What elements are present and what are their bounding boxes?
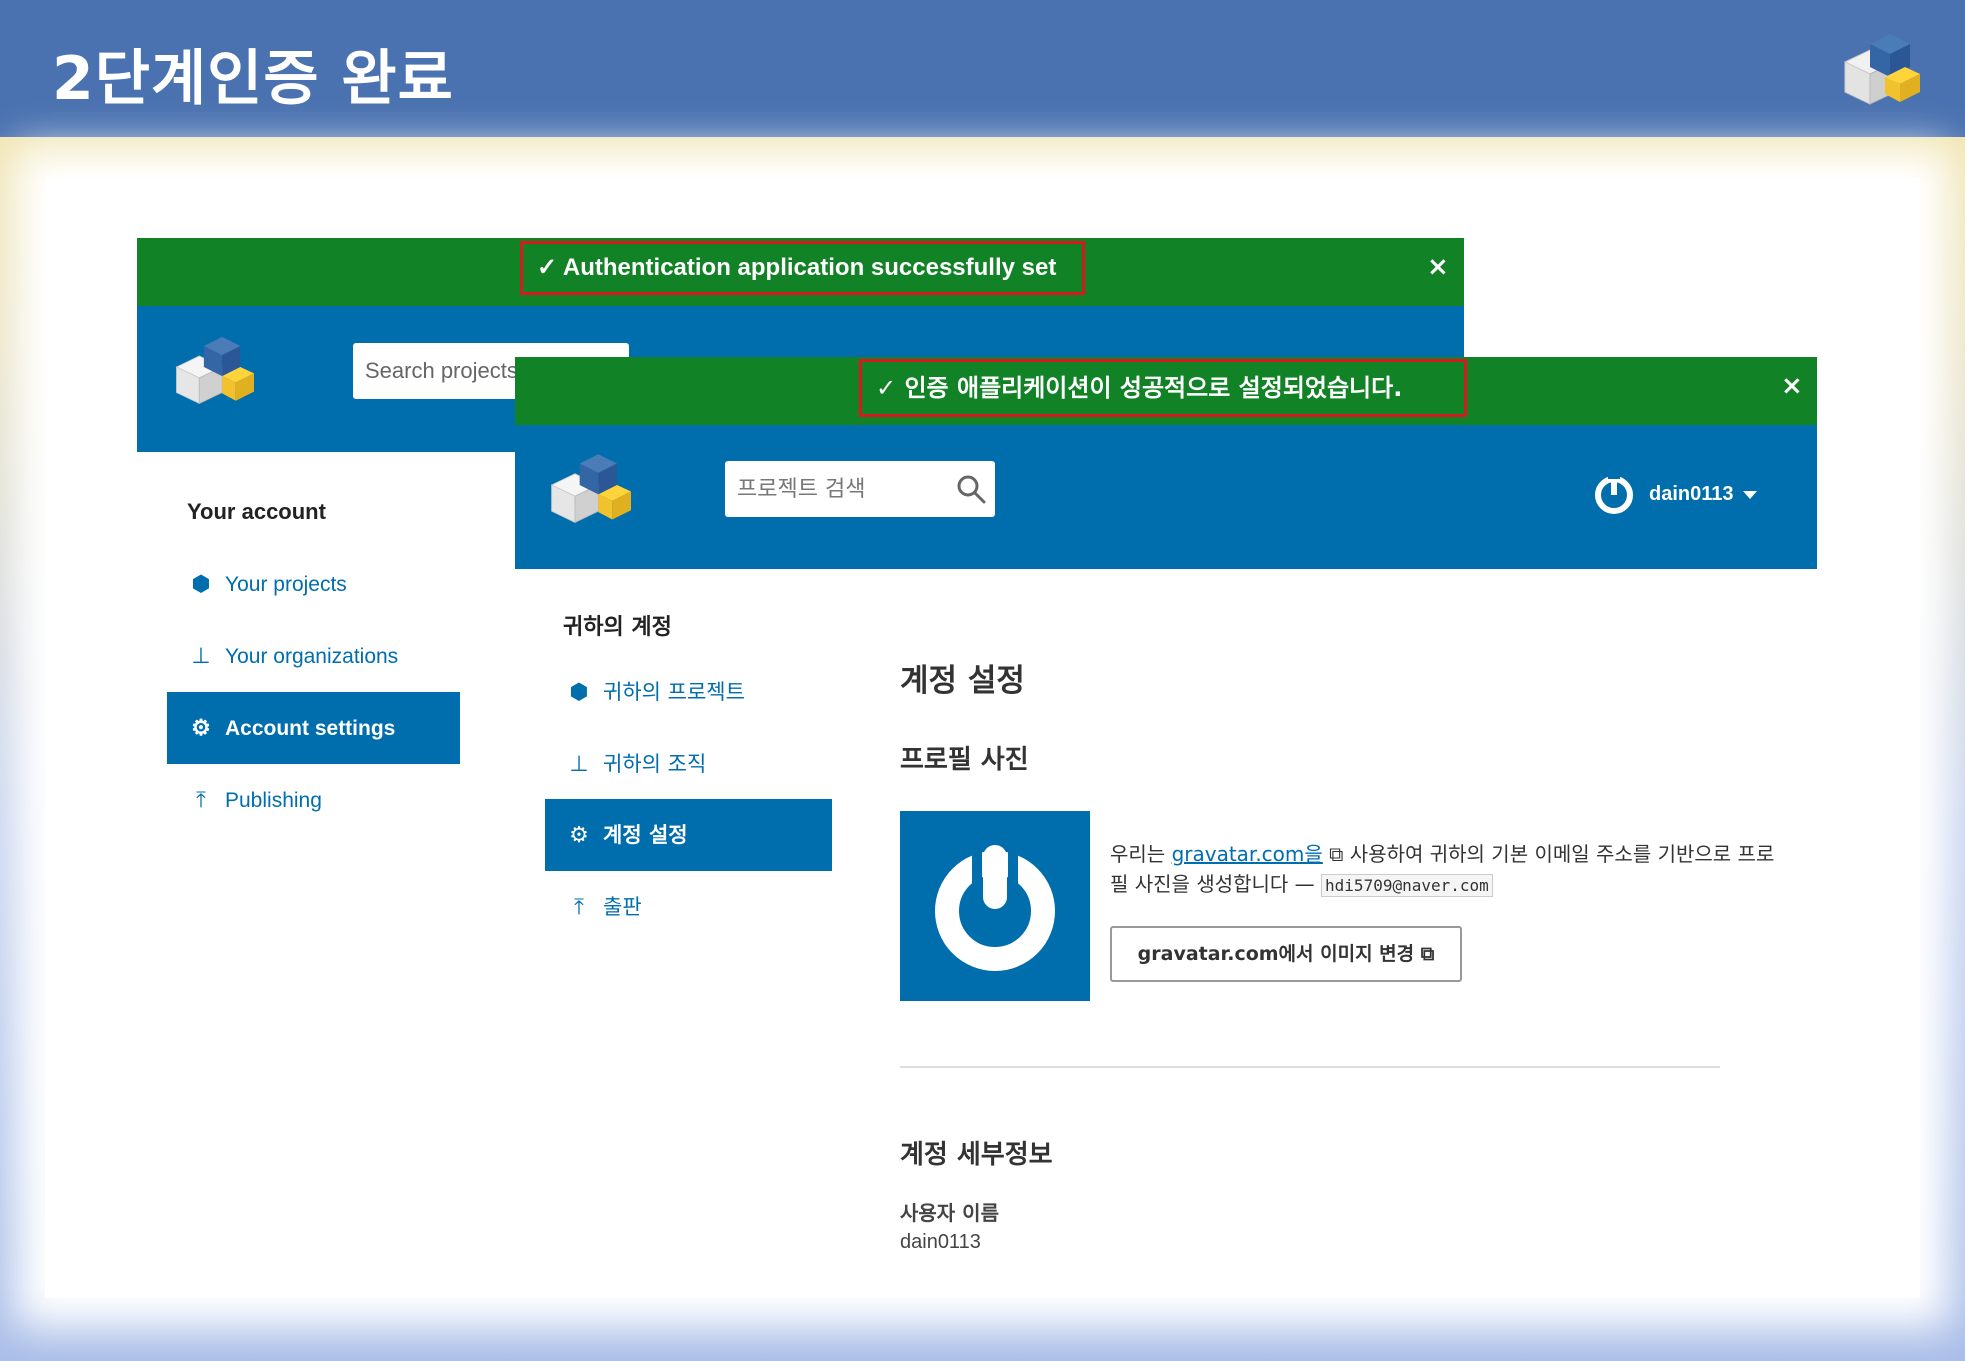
- cubes-icon: ⬢: [569, 680, 589, 705]
- section-divider: [900, 1066, 1720, 1068]
- profile-description: 우리는 gravatar.com을 ⧉ 사용하여 귀하의 기본 이메일 주소를 …: [1110, 842, 1775, 897]
- profile-heading: 프로필 사진: [900, 745, 1029, 775]
- flash-banner-ko: ✓ 인증 애플리케이션이 성공적으로 설정되었습니다. ×: [515, 357, 1817, 425]
- search-box: [725, 461, 995, 517]
- username-field-label: 사용자 이름: [900, 1201, 999, 1225]
- flash-message-en: ✓ Authentication application successfull…: [520, 241, 1085, 329]
- sidebar-title: Your account: [187, 499, 326, 524]
- username-value: dain0113: [900, 1231, 981, 1253]
- sidebar-title: 귀하의 계정: [563, 615, 672, 640]
- profile-avatar: [900, 811, 1090, 1001]
- sidebar-item-projects[interactable]: ⬢ Your projects: [167, 548, 457, 620]
- external-link-icon: ⧉: [1414, 943, 1435, 965]
- upload-icon: ⤒: [196, 787, 206, 812]
- sidebar-item-publishing[interactable]: ⤒ Publishing: [167, 764, 457, 836]
- upload-icon: ⤒: [574, 895, 584, 920]
- check-icon: ✓: [876, 374, 905, 402]
- sidebar-ko: 귀하의 계정 ⬢ 귀하의 프로젝트 ⊥ 귀하의 조직 ⚙ 계정 설정 ⤒ 출판: [515, 569, 832, 1269]
- sidebar-item-projects[interactable]: ⬢ 귀하의 프로젝트: [545, 656, 831, 728]
- gravatar-link[interactable]: gravatar.com을: [1172, 842, 1323, 866]
- search-icon[interactable]: [955, 473, 987, 505]
- caret-down-icon: [1743, 491, 1757, 499]
- email-code: hdi5709@naver.com: [1321, 874, 1493, 897]
- close-icon[interactable]: ×: [1427, 252, 1449, 282]
- avatar-icon: [1595, 473, 1633, 514]
- slide-header: 2단계인증 완료: [0, 0, 1965, 137]
- sidebar-item-publishing[interactable]: ⤒ 출판: [545, 871, 831, 943]
- sidebar-item-account-settings[interactable]: ⚙ Account settings: [167, 692, 460, 764]
- pypi-logo-icon[interactable]: [541, 443, 637, 527]
- account-details-heading: 계정 세부정보: [900, 1140, 1053, 1170]
- pypi-logo-icon: [1843, 34, 1920, 105]
- sitemap-icon: ⊥: [191, 643, 211, 668]
- gear-icon: ⚙: [569, 823, 589, 848]
- site-header-ko: dain0113: [515, 425, 1817, 569]
- username-label: dain0113: [1649, 483, 1734, 505]
- change-gravatar-button[interactable]: gravatar.com에서 이미지 변경 ⧉: [1110, 926, 1462, 982]
- page-title: 계정 설정: [900, 663, 1025, 699]
- close-icon[interactable]: ×: [1781, 371, 1803, 401]
- pypi-logo-icon[interactable]: [165, 326, 261, 408]
- search-input[interactable]: [725, 461, 945, 517]
- sidebar-en: Your account ⬢ Your projects ⊥ Your organi…: [137, 452, 507, 1112]
- flash-message-ko: ✓ 인증 애플리케이션이 성공적으로 설정되었습니다.: [859, 359, 1467, 417]
- gear-icon: ⚙: [191, 715, 211, 740]
- check-icon: ✓: [537, 254, 563, 281]
- slide-title: 2단계인증 완료: [52, 44, 454, 114]
- flash-banner-en: ✓ Authentication application successfull…: [137, 238, 1464, 329]
- main-content: 계정 설정 프로필 사진 우리는 gravatar.com을 ⧉ 사용하여 귀하…: [900, 569, 1800, 1269]
- sidebar-item-account-settings[interactable]: ⚙ 계정 설정: [545, 799, 832, 871]
- sidebar-item-organizations[interactable]: ⊥ Your organizations: [167, 620, 457, 692]
- gravatar-icon: [935, 845, 1055, 971]
- external-link-icon: ⧉: [1322, 842, 1344, 866]
- sidebar-item-organizations[interactable]: ⊥ 귀하의 조직: [545, 728, 831, 800]
- cubes-icon: ⬢: [191, 571, 211, 596]
- korean-screenshot: ✓ 인증 애플리케이션이 성공적으로 설정되었습니다. × 프로젝트 검색 da…: [515, 357, 1817, 1277]
- sitemap-icon: ⊥: [569, 752, 589, 777]
